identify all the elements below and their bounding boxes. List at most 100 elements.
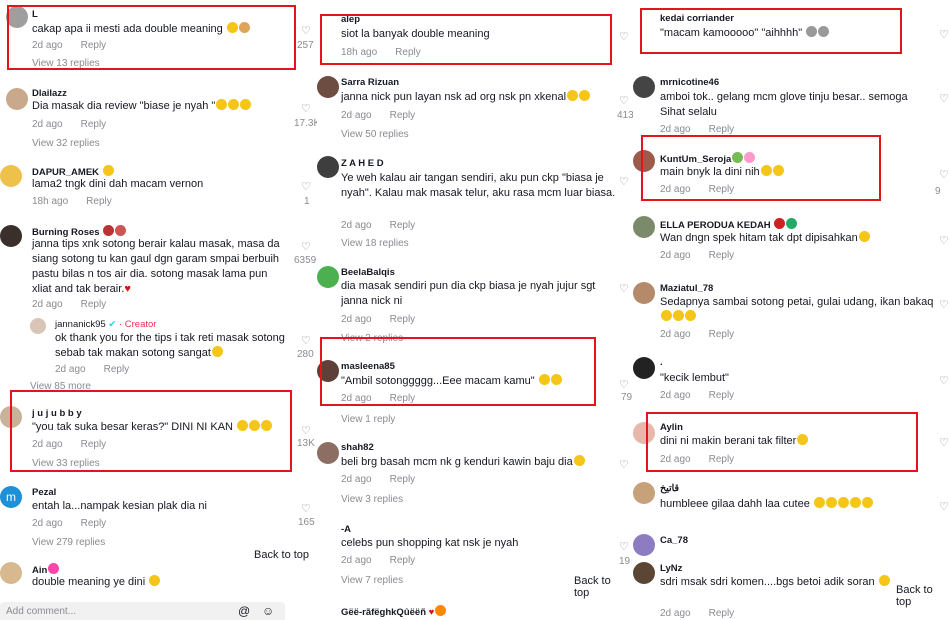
avatar[interactable]	[633, 357, 655, 379]
view-replies-button[interactable]: View 279 replies	[32, 537, 105, 548]
heart-icon[interactable]: ♡	[939, 234, 949, 247]
commenter-name[interactable]: قاتيخ	[660, 483, 679, 494]
comment-text: entah la...nampak kesian plak dia ni	[32, 500, 207, 512]
heart-icon[interactable]: ♡	[619, 175, 629, 188]
like-count: 6359	[294, 255, 317, 266]
emoji-icon	[774, 218, 786, 229]
avatar[interactable]	[317, 266, 339, 288]
avatar[interactable]	[633, 216, 655, 238]
avatar[interactable]	[6, 88, 28, 110]
commenter-name[interactable]: Z A H E D	[341, 158, 384, 169]
commenter-name[interactable]: LyNz	[660, 563, 682, 574]
reply-button[interactable]: Reply	[390, 474, 416, 485]
avatar[interactable]	[0, 562, 22, 584]
heart-icon[interactable]: ♡	[619, 30, 629, 43]
avatar[interactable]	[633, 282, 655, 304]
commenter-name[interactable]: Ca_78	[660, 535, 688, 546]
avatar[interactable]	[0, 165, 22, 187]
comments-column-3[interactable]: kedai corriander "macam kamooooo" "aihhh…	[633, 0, 950, 620]
view-replies-button[interactable]: View 3 replies	[341, 494, 403, 505]
avatar[interactable]: m	[0, 486, 22, 508]
commenter-name[interactable]: Maziatul_78	[660, 283, 713, 294]
emoji-icon	[813, 497, 825, 508]
avatar[interactable]	[633, 562, 655, 584]
commenter-name[interactable]: Gëë-rãfëghkQûëëñ ♥	[341, 605, 447, 618]
back-to-top-button[interactable]: Back to top	[248, 545, 316, 565]
heart-icon[interactable]: ♡	[619, 94, 629, 107]
comment-text: Sedapnya sambai sotong petai, gulai udan…	[660, 295, 935, 325]
avatar[interactable]	[317, 442, 339, 464]
reply-button[interactable]: Reply	[81, 518, 107, 529]
avatar[interactable]	[0, 225, 22, 247]
reply-button[interactable]: Reply	[709, 124, 735, 135]
heart-icon[interactable]: ♡	[939, 92, 949, 105]
reply-button[interactable]: Reply	[709, 608, 735, 619]
heart-icon[interactable]: ♡	[939, 374, 949, 387]
view-replies-button[interactable]: View 1 reply	[341, 414, 395, 425]
avatar[interactable]	[30, 318, 46, 334]
avatar[interactable]	[633, 482, 655, 504]
heart-icon[interactable]: ♡	[939, 436, 949, 449]
avatar[interactable]	[317, 76, 339, 98]
heart-icon[interactable]: ♡	[939, 168, 949, 181]
heart-icon[interactable]: ♡	[939, 28, 949, 41]
heart-icon[interactable]: ♡	[301, 24, 311, 37]
avatar[interactable]	[633, 76, 655, 98]
reply-button[interactable]: Reply	[709, 250, 735, 261]
emoji-icon	[103, 225, 115, 236]
heart-icon[interactable]: ♡	[939, 500, 949, 513]
comment: Z A H E D Ye weh kalau air tangan sendir…	[317, 153, 633, 253]
reply-button[interactable]: Reply	[81, 299, 107, 310]
mention-icon[interactable]: @	[238, 604, 250, 618]
comment-meta: 2d ago Reply	[341, 314, 416, 325]
view-replies-button[interactable]: View 32 replies	[32, 138, 100, 149]
commenter-name[interactable]: Sarra Rizuan	[341, 77, 399, 88]
commenter-name[interactable]: .	[660, 357, 663, 368]
commenter-name[interactable]: shah82	[341, 442, 374, 453]
commenter-name[interactable]: -A	[341, 524, 351, 535]
heart-icon[interactable]: ♡	[619, 282, 629, 295]
reply-button[interactable]: Reply	[390, 110, 416, 121]
comments-column-1[interactable]: L cakap apa ii mesti ada double meaning …	[0, 0, 318, 620]
commenter-name[interactable]: ELLA PERODUA KEDAH	[660, 218, 798, 231]
heart-icon[interactable]: ♡	[939, 298, 949, 311]
heart-icon[interactable]: ♡	[301, 502, 311, 515]
view-replies-button[interactable]: View 7 replies	[341, 575, 403, 586]
commenter-name[interactable]: BeelaBalqis	[341, 267, 395, 278]
heart-icon[interactable]: ♡	[301, 180, 311, 193]
back-to-top-button[interactable]: Back to top	[890, 580, 950, 612]
reply-button[interactable]: Reply	[86, 196, 112, 207]
heart-icon[interactable]: ♡	[301, 334, 311, 347]
heart-icon[interactable]: ♡	[301, 240, 311, 253]
comments-column-2[interactable]: alep siot la banyak double meaning 18h a…	[317, 0, 633, 620]
emoji-icon	[878, 575, 890, 586]
reply-button[interactable]: Reply	[390, 314, 416, 325]
comment-meta: 2d ago Reply	[32, 119, 107, 130]
emoji-picker-icon[interactable]: ☺	[262, 604, 274, 618]
reply-button[interactable]: Reply	[390, 220, 416, 231]
heart-icon[interactable]: ♡	[619, 378, 629, 391]
commenter-name[interactable]: mrnicotine46	[660, 77, 719, 88]
heart-icon[interactable]: ♡	[301, 424, 311, 437]
commenter-name[interactable]: Pezal	[32, 487, 56, 498]
heart-icon[interactable]: ♡	[301, 102, 311, 115]
add-comment-input[interactable]: Add comment... @ ☺	[0, 602, 285, 620]
commenter-name[interactable]: Dlailazz	[32, 88, 67, 99]
heart-icon[interactable]: ♡	[619, 458, 629, 471]
avatar[interactable]	[633, 534, 655, 556]
view-replies-button[interactable]: View 50 replies	[341, 129, 409, 140]
like-count: 280	[297, 349, 314, 360]
reply-button[interactable]: Reply	[709, 329, 735, 340]
avatar[interactable]	[317, 156, 339, 178]
commenter-name[interactable]: jannanick95 ✔ · Creator	[55, 319, 156, 330]
reply-button[interactable]: Reply	[709, 390, 735, 401]
reply-button[interactable]: Reply	[104, 364, 130, 375]
comment-text: amboi tok.. gelang mcm glove tinju besar…	[660, 91, 908, 118]
emoji-icon	[685, 310, 696, 321]
heart-icon[interactable]: ♡	[619, 540, 629, 553]
view-replies-button[interactable]: View 18 replies	[341, 238, 409, 249]
reply-button[interactable]: Reply	[390, 555, 416, 566]
reply-button[interactable]: Reply	[81, 119, 107, 130]
back-to-top-button[interactable]: Back to top	[568, 571, 633, 603]
comment-meta: 2d ago Reply	[32, 518, 107, 529]
